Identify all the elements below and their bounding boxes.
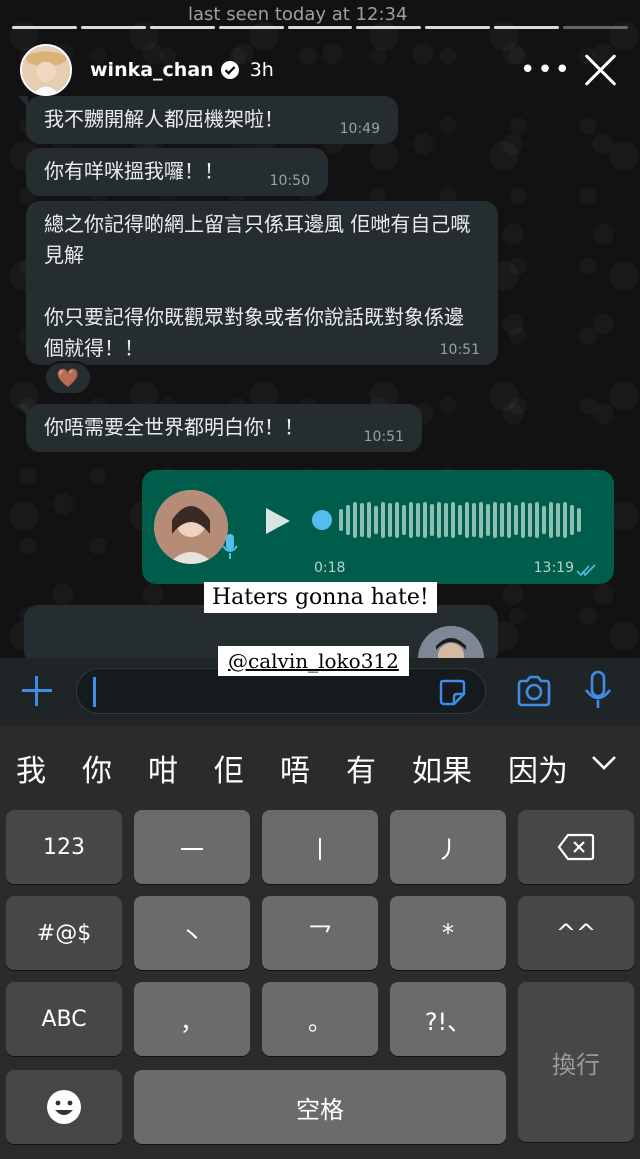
key-stroke[interactable]: 丶 [134,896,250,970]
backspace-icon[interactable] [518,810,634,884]
progress-segment [287,26,353,29]
message-time: 10:49 [339,121,380,137]
progress-segment [563,26,629,29]
keyboard: 我 你 咁 佢 唔 有 如果 因为 123 一 丨 丿 #@$ 丶 乛 * ^^… [0,726,640,1159]
voice-sender-avatar [154,490,228,564]
key-abc[interactable]: ABC [6,982,122,1056]
plus-icon[interactable] [18,672,56,710]
progress-segment [149,26,215,29]
bubble-tail [18,96,28,108]
progress-segment [494,26,560,29]
key-stroke[interactable]: 乛 [262,896,378,970]
more-options-button[interactable]: ••• [520,55,570,85]
candidate-word[interactable]: 咁 [148,746,178,790]
message-text: 你有咩咪搵我囉！！ [44,159,224,183]
message-bubble[interactable]: 總之你記得啲網上留言只係耳邊風 佢哋有自己嘅見解 你只要記得你既觀眾對象或者你說… [26,201,498,365]
candidate-word[interactable]: 因为 [508,746,568,790]
reaction-badge[interactable]: 🤎 [44,361,92,395]
key-wildcard[interactable]: * [390,896,506,970]
read-receipt-icon [576,562,598,577]
playback-handle[interactable] [312,510,332,530]
emoji-icon[interactable] [6,1070,122,1144]
key-period[interactable]: 。 [262,982,378,1056]
story-progress [12,26,629,29]
story-header: winka_chan 3h ••• [20,44,620,96]
progress-segment [425,26,491,29]
chat-status: last seen today at 12:34 [188,4,408,25]
message-time: 10:51 [439,342,480,358]
message-text: 你唔需要全世界都明白你！！ [44,415,304,439]
key-comma[interactable]: ， [134,982,250,1056]
return-key[interactable]: 換行 [518,982,634,1142]
message-time: 13:19 [533,560,574,576]
microphone-icon[interactable] [582,670,614,712]
message-time: 10:51 [363,429,404,445]
candidate-word[interactable]: 唔 [280,746,310,790]
progress-segment [356,26,422,29]
progress-segment [218,26,284,29]
space-key[interactable]: 空格 [134,1070,506,1144]
key-emoticon[interactable]: ^^ [518,896,634,970]
bubble-tail [18,404,28,416]
story-caption: Haters gonna hate! [204,582,437,613]
message-bubble[interactable]: 我不嬲開解人都屈機架啦！ 10:49 [18,96,398,144]
close-icon[interactable] [582,51,620,89]
key-123[interactable]: 123 [6,810,122,884]
candidate-word[interactable]: 你 [82,746,112,790]
message-bubble[interactable]: 你有咩咪搵我囉！！ 10:50 [26,148,328,196]
message-bubble[interactable]: 你唔需要全世界都明白你！！ 10:51 [18,404,422,452]
message-time: 10:50 [269,173,310,189]
story-username[interactable]: winka_chan [90,59,214,81]
voice-waveform[interactable] [312,500,592,540]
sticker-icon[interactable] [437,677,467,707]
voice-duration: 0:18 [314,560,346,576]
play-icon[interactable] [260,504,294,538]
key-stroke[interactable]: 一 [134,810,250,884]
key-symbols[interactable]: #@$ [6,896,122,970]
key-stroke[interactable]: 丨 [262,810,378,884]
message-text: 你只要記得你既觀眾對象或者你說話既對象係邊個就得！！ [44,305,464,360]
voice-message[interactable]: 0:18 13:19 [142,470,614,584]
candidate-word[interactable]: 如果 [412,746,472,790]
verified-badge-icon [220,60,240,80]
key-punctuation[interactable]: ?!、 [390,982,506,1056]
chevron-down-icon[interactable] [590,752,618,774]
progress-segment [12,26,77,29]
camera-icon[interactable] [514,672,554,712]
progress-segment [80,26,146,29]
avatar[interactable] [20,44,72,96]
story-time-ago: 3h [249,59,274,81]
key-stroke[interactable]: 丿 [390,810,506,884]
message-text: 總之你記得啲網上留言只係耳邊風 佢哋有自己嘅見解 [44,212,471,267]
microphone-icon [220,532,240,562]
candidate-word[interactable]: 有 [346,746,376,790]
story-mention[interactable]: @calvin_loko312 [218,646,409,676]
candidate-bar: 我 你 咁 佢 唔 有 如果 因为 [0,726,640,810]
candidate-word[interactable]: 佢 [214,746,244,790]
candidate-word[interactable]: 我 [16,746,46,790]
text-caret [93,677,96,707]
message-text: 我不嬲開解人都屈機架啦！ [44,107,284,131]
